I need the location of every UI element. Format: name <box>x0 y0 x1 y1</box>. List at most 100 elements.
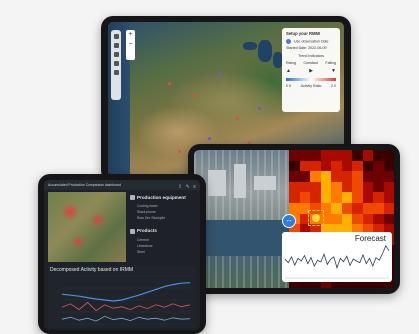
heat-cell <box>383 192 394 204</box>
heat-cell <box>289 203 300 215</box>
heat-cell <box>289 192 300 204</box>
heat-cell <box>341 192 353 204</box>
heat-cell <box>331 203 342 215</box>
heat-cell <box>383 181 394 193</box>
heat-cell <box>289 150 300 162</box>
heat-cell <box>331 171 342 183</box>
heatmap-tablet: ↔ Forecast <box>188 144 400 294</box>
list-item[interactable]: Stack plume <box>137 210 196 214</box>
settings-icon[interactable] <box>113 61 119 66</box>
heat-cell <box>341 150 353 162</box>
heat-cell <box>352 203 363 215</box>
box-icon <box>130 228 135 234</box>
heat-cell <box>310 171 321 183</box>
production-section-header: Production equipment <box>130 195 196 201</box>
heat-cell <box>299 150 311 162</box>
heat-cell <box>299 160 311 172</box>
heat-cell <box>331 181 342 193</box>
trend-falling: Falling <box>325 61 336 65</box>
heat-cell <box>362 213 374 225</box>
facility-heat-map[interactable] <box>48 192 126 262</box>
plant-building <box>208 170 226 196</box>
heat-cell <box>299 192 311 204</box>
production-section-label: Production equipment <box>137 195 186 200</box>
target-icon[interactable] <box>312 214 320 222</box>
plant-building <box>234 164 246 198</box>
heat-cell <box>373 203 384 215</box>
header-tools: ⇪ ✎ ≡ <box>178 182 197 192</box>
heat-cell <box>331 150 342 162</box>
facility-marker[interactable] <box>168 82 171 85</box>
list-item[interactable]: Raw Ore Stockpile <box>137 216 196 220</box>
trend-arrows: ▲ ▶ ▼ <box>286 68 336 74</box>
activity-chart-panel: Decomposed Activity based on IRMM <box>48 266 196 328</box>
list-item[interactable]: Limestone <box>137 244 196 248</box>
trend-legend: Rising Constant Falling <box>286 61 336 65</box>
facility-marker[interactable] <box>258 107 261 110</box>
water-channel <box>194 220 289 256</box>
filter-icon[interactable] <box>113 43 119 48</box>
heat-cell <box>289 181 300 193</box>
map-toolbar <box>111 30 121 100</box>
zoom-out-button[interactable]: − <box>126 40 135 50</box>
list-item[interactable]: Cement <box>137 238 196 242</box>
edit-icon[interactable]: ✎ <box>185 184 190 190</box>
scale-labels: 0.5 Activity Ratio 2.0 <box>286 84 336 88</box>
share-icon[interactable]: ⇪ <box>178 184 183 190</box>
observation-toggle[interactable]: Use observation Date <box>286 39 336 44</box>
list-item[interactable]: Steel <box>137 250 196 254</box>
zoom-in-button[interactable]: + <box>126 30 135 40</box>
setup-panel: Setup your RMM! Use observation Date Sta… <box>282 28 340 112</box>
products-section-header: Products <box>130 228 196 234</box>
heat-cell <box>383 160 394 172</box>
chart-series-line <box>61 282 191 302</box>
facility-marker[interactable] <box>236 117 239 120</box>
heat-cell <box>352 160 363 172</box>
list-item[interactable]: Cooling tower <box>137 204 196 208</box>
heat-cell <box>373 160 384 172</box>
heat-cell <box>331 160 342 172</box>
menu-icon[interactable]: ≡ <box>193 184 197 190</box>
heat-cell <box>341 171 353 183</box>
heat-cell <box>362 203 374 215</box>
layers-icon[interactable] <box>113 34 119 39</box>
dashboard-title: Accumulated Production Comparison dashbo… <box>48 183 121 187</box>
heat-cell <box>373 213 384 225</box>
plant-building <box>254 176 276 190</box>
heat-cell <box>383 213 394 225</box>
heat-cell <box>289 160 300 172</box>
heat-cell <box>299 171 311 183</box>
heat-cell <box>310 150 321 162</box>
heat-cell <box>373 171 384 183</box>
dashboard-screen: Accumulated Production Comparison dashbo… <box>44 180 200 330</box>
heat-cell <box>373 181 384 193</box>
heat-cell <box>383 171 394 183</box>
heat-cell <box>310 192 321 204</box>
info-icon[interactable] <box>113 70 119 75</box>
great-lake <box>243 42 257 50</box>
date-field[interactable]: Started Date: 2022-06-09 <box>286 46 336 50</box>
heat-cell <box>362 150 374 162</box>
heat-cell <box>352 181 363 193</box>
heat-cell <box>362 192 374 204</box>
factory-icon <box>130 195 135 201</box>
facility-marker[interactable] <box>218 72 221 75</box>
split-slider-handle[interactable]: ↔ <box>282 214 296 228</box>
activity-chart <box>61 275 191 325</box>
heat-cell <box>373 192 384 204</box>
heat-cell <box>373 150 384 162</box>
arrow-right-icon: ▶ <box>309 68 313 74</box>
facility-marker[interactable] <box>178 150 181 153</box>
dashboard-tablet: Accumulated Production Comparison dashbo… <box>38 174 206 334</box>
facility-marker[interactable] <box>208 137 211 140</box>
heat-cell <box>320 150 332 162</box>
forecast-series-line <box>284 244 390 270</box>
heat-cell <box>352 150 363 162</box>
chart-icon[interactable] <box>113 52 119 57</box>
facility-marker[interactable] <box>193 94 196 97</box>
observation-label: Use observation Date <box>294 39 329 44</box>
heat-cell <box>362 171 374 183</box>
heat-cell <box>341 203 353 215</box>
zoom-control: + − <box>126 30 135 60</box>
heat-cell <box>310 160 321 172</box>
